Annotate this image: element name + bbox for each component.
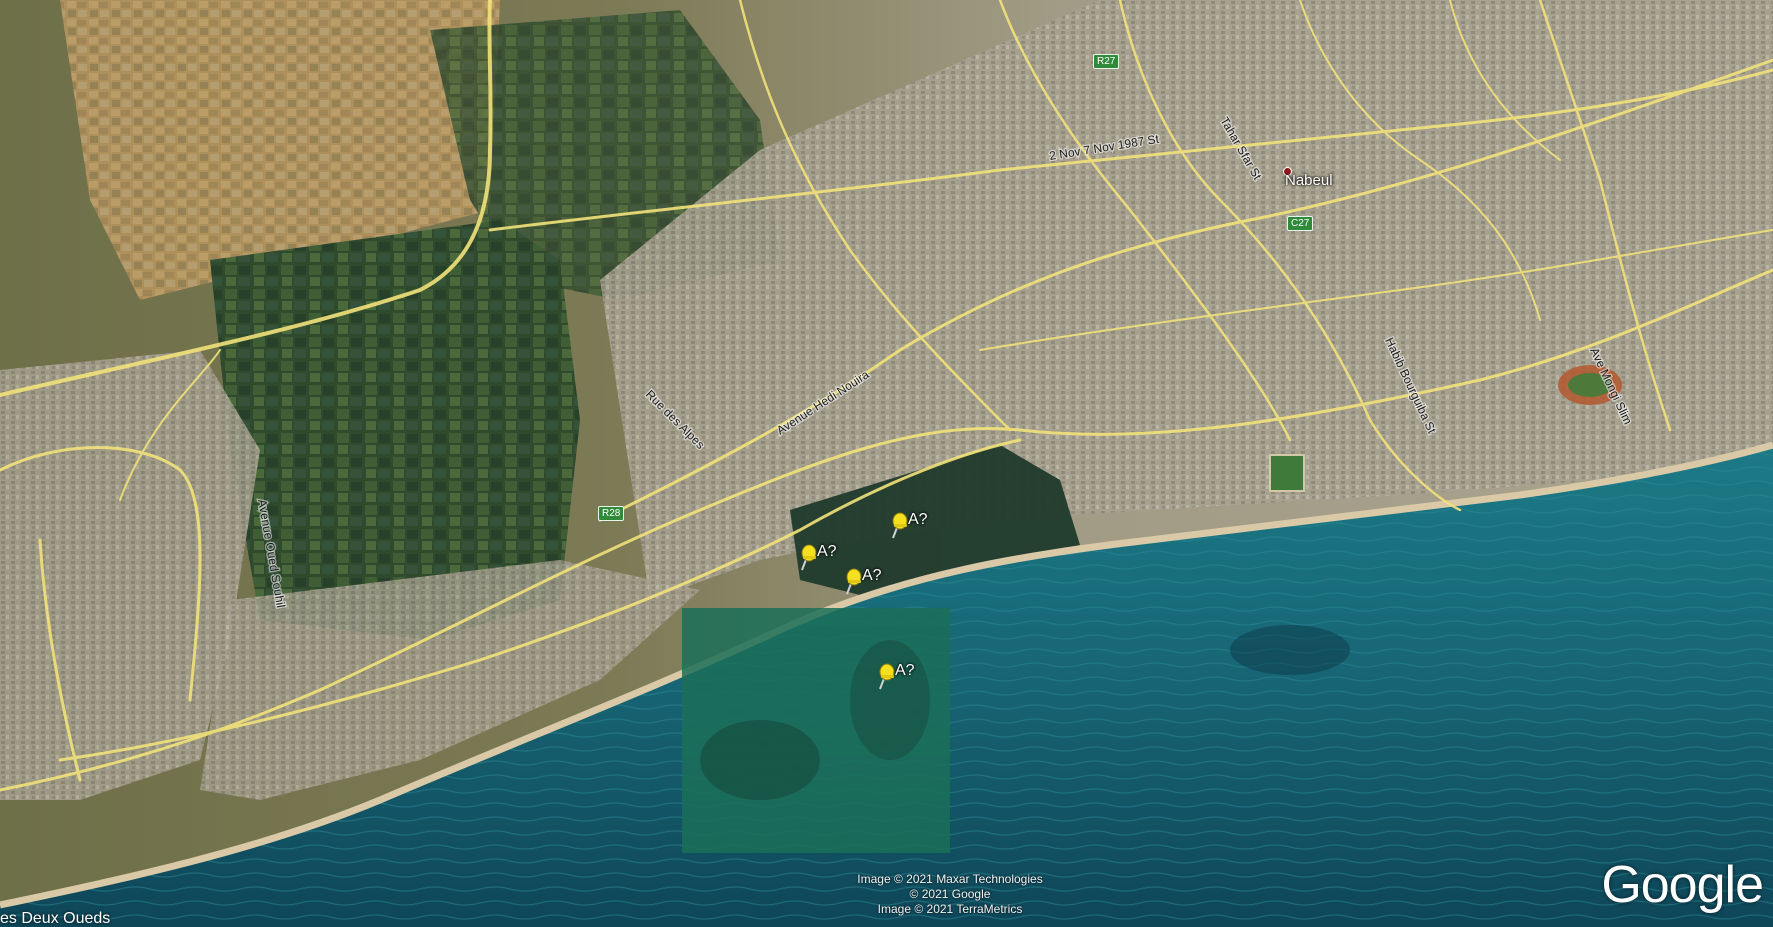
pin-label: A?: [817, 543, 837, 560]
map-imagery: 2 Nov 7 Nov 1987 St Avenue Hedi Nouira R…: [0, 0, 1773, 927]
placemark-pin[interactable]: A?: [888, 511, 948, 545]
city-label-nabeul[interactable]: Nabeul: [1285, 172, 1333, 189]
imagery-attribution: Image © 2021 Maxar Technologies © 2021 G…: [830, 872, 1070, 917]
pin-label: A?: [895, 662, 915, 679]
pushpin-icon: [801, 544, 817, 571]
pin-label: A?: [862, 567, 882, 584]
attribution-line: Image © 2021 TerraMetrics: [877, 902, 1023, 916]
satellite-map[interactable]: 2 Nov 7 Nov 1987 St Avenue Hedi Nouira R…: [0, 0, 1773, 927]
pushpin-icon: [846, 568, 862, 595]
placemark-pin[interactable]: A?: [875, 662, 935, 696]
attribution-line: Image © 2021 Maxar Technologies: [857, 872, 1043, 886]
route-shield-r28: R28: [598, 506, 625, 521]
attribution-line: © 2021 Google: [909, 887, 991, 901]
route-shield-r27: R27: [1093, 54, 1120, 69]
pin-label: A?: [908, 511, 928, 528]
place-label-deux-oueds: es Deux Oueds: [0, 910, 111, 927]
placemark-pin[interactable]: A?: [842, 567, 902, 601]
route-shield-c27: C27: [1287, 216, 1314, 231]
pushpin-icon: [892, 512, 908, 539]
google-logo: Google: [1601, 856, 1764, 914]
pushpin-icon: [879, 663, 895, 690]
